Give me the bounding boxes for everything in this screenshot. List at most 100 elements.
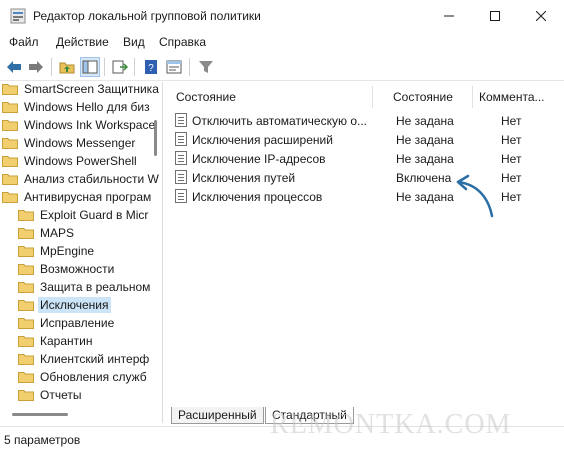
- export-list-icon: [112, 60, 128, 74]
- status-text: 5 параметров: [4, 433, 81, 447]
- setting-comment: Нет: [501, 114, 522, 128]
- tree-item-label: Исправление: [40, 316, 115, 330]
- tree-item[interactable]: Windows Ink Workspace: [2, 116, 157, 134]
- tree-item[interactable]: Обновления служб: [18, 368, 149, 386]
- tree-item-label: Windows Messenger: [24, 136, 136, 150]
- column-separator[interactable]: [372, 86, 373, 108]
- setting-comment: Нет: [501, 190, 522, 204]
- tree-item-label: Обновления служб: [40, 370, 147, 384]
- tree-item-label: Windows PowerShell: [24, 154, 137, 168]
- tab-extended[interactable]: Расширенный: [171, 407, 264, 424]
- folder-icon: [2, 156, 18, 167]
- setting-comment: Нет: [501, 171, 522, 185]
- menu-bar: Файл Действие Вид Справка: [0, 32, 564, 52]
- up-folder-button[interactable]: [57, 57, 77, 77]
- maximize-icon: [490, 11, 500, 21]
- back-button[interactable]: [4, 57, 24, 77]
- setting-state: Не задана: [396, 152, 454, 166]
- help-icon: ?: [145, 60, 157, 74]
- setting-name: Отключить автоматическую о...: [192, 114, 367, 128]
- minimize-icon: [444, 15, 454, 17]
- window-title: Редактор локальной групповой политики: [33, 9, 261, 23]
- table-row[interactable]: Отключить автоматическую о... Не задана Не…: [167, 111, 564, 130]
- up-folder-icon: [59, 62, 75, 74]
- menu-action[interactable]: Действие: [56, 35, 109, 49]
- policy-setting-icon: [175, 151, 187, 165]
- folder-icon: [18, 282, 34, 293]
- export-list-button[interactable]: [110, 57, 130, 77]
- filter-button[interactable]: [196, 57, 216, 77]
- table-row[interactable]: Исключение IP-адресов Не задана Нет: [167, 149, 564, 168]
- setting-name: Исключения процессов: [192, 190, 323, 204]
- table-row[interactable]: Исключения путей Включена Нет: [167, 168, 564, 187]
- tree-item[interactable]: Windows PowerShell: [2, 152, 139, 170]
- setting-comment: Нет: [501, 152, 522, 166]
- folder-icon: [18, 318, 34, 329]
- setting-state: Не задана: [396, 133, 454, 147]
- folder-icon: [2, 174, 18, 185]
- policy-setting-icon: [175, 132, 187, 146]
- column-header-comment[interactable]: Коммента...: [479, 90, 545, 104]
- folder-icon: [18, 300, 34, 311]
- close-button[interactable]: [518, 0, 564, 32]
- minimize-button[interactable]: [426, 0, 472, 32]
- setting-state: Не задана: [396, 114, 454, 128]
- folder-icon: [2, 84, 18, 95]
- tree-item[interactable]: Windows Hello для биз: [2, 98, 152, 116]
- tree-item[interactable]: Клиентский интерф: [18, 350, 151, 368]
- tree-item[interactable]: Exploit Guard в Micr: [18, 206, 150, 224]
- folder-icon: [18, 372, 34, 383]
- table-row[interactable]: Исключения процессов Не задана Нет: [167, 187, 564, 206]
- table-row[interactable]: Исключения расширений Не задана Нет: [167, 130, 564, 149]
- tree-horizontal-scrollbar[interactable]: [12, 413, 68, 416]
- tree-item[interactable]: Карантин: [18, 332, 94, 350]
- tree-item[interactable]: MpEngine: [18, 242, 96, 260]
- folder-icon: [18, 390, 34, 401]
- close-icon: [536, 11, 546, 21]
- toolbar-separator: [189, 58, 190, 76]
- toolbar-separator: [104, 58, 105, 76]
- tree-item-label: Возможности: [40, 262, 115, 276]
- setting-name: Исключение IP-адресов: [192, 152, 326, 166]
- svg-text:?: ?: [148, 63, 154, 74]
- column-header-state[interactable]: Состояние: [393, 90, 453, 104]
- setting-name: Исключения путей: [192, 171, 296, 185]
- menu-view[interactable]: Вид: [123, 35, 145, 49]
- tree-item-label: Отчеты: [40, 388, 82, 402]
- tree-item[interactable]: MAPS: [18, 224, 76, 242]
- folder-icon: [18, 228, 34, 239]
- column-header-name[interactable]: Состояние: [176, 90, 236, 104]
- tree-item[interactable]: Windows Messenger: [2, 134, 137, 152]
- annotation-arrow: [456, 174, 494, 218]
- tree-item[interactable]: Исправление: [18, 314, 116, 332]
- tree-pane[interactable]: SmartScreen Защитника Windows Hello для б…: [0, 82, 163, 423]
- forward-button[interactable]: [26, 57, 46, 77]
- tree-item[interactable]: Антивирусная програм: [2, 188, 153, 206]
- title-bar: Редактор локальной групповой политики: [0, 0, 564, 32]
- forward-arrow-icon: [29, 61, 43, 73]
- tree-item[interactable]: Защита в реальном: [18, 278, 152, 296]
- tree-item-label: Анализ стабильности W: [24, 172, 159, 186]
- tree-item[interactable]: Анализ стабильности W: [2, 170, 161, 188]
- properties-icon: [166, 60, 182, 74]
- properties-button[interactable]: [164, 57, 184, 77]
- tree-item-label: Клиентский интерф: [40, 352, 150, 366]
- maximize-button[interactable]: [472, 0, 518, 32]
- column-separator[interactable]: [472, 86, 473, 108]
- folder-icon: [18, 210, 34, 221]
- tree-item-label: Карантин: [40, 334, 93, 348]
- menu-file[interactable]: Файл: [9, 35, 39, 49]
- toolbar-separator: [134, 58, 135, 76]
- tree-item[interactable]: Исключения: [18, 296, 111, 314]
- tree-vertical-scrollbar[interactable]: [154, 120, 157, 156]
- settings-list: Состояние Состояние Коммента... Отключит…: [167, 82, 564, 407]
- menu-help[interactable]: Справка: [159, 35, 206, 49]
- tree-item[interactable]: Отчеты: [18, 386, 83, 404]
- show-tree-icon: [82, 60, 98, 74]
- watermark: REMONTKA.COM: [270, 409, 512, 440]
- tree-item[interactable]: SmartScreen Защитника: [2, 82, 161, 98]
- back-arrow-icon: [7, 61, 21, 73]
- help-button[interactable]: ?: [141, 57, 161, 77]
- show-tree-button[interactable]: [80, 57, 100, 77]
- tree-item[interactable]: Возможности: [18, 260, 116, 278]
